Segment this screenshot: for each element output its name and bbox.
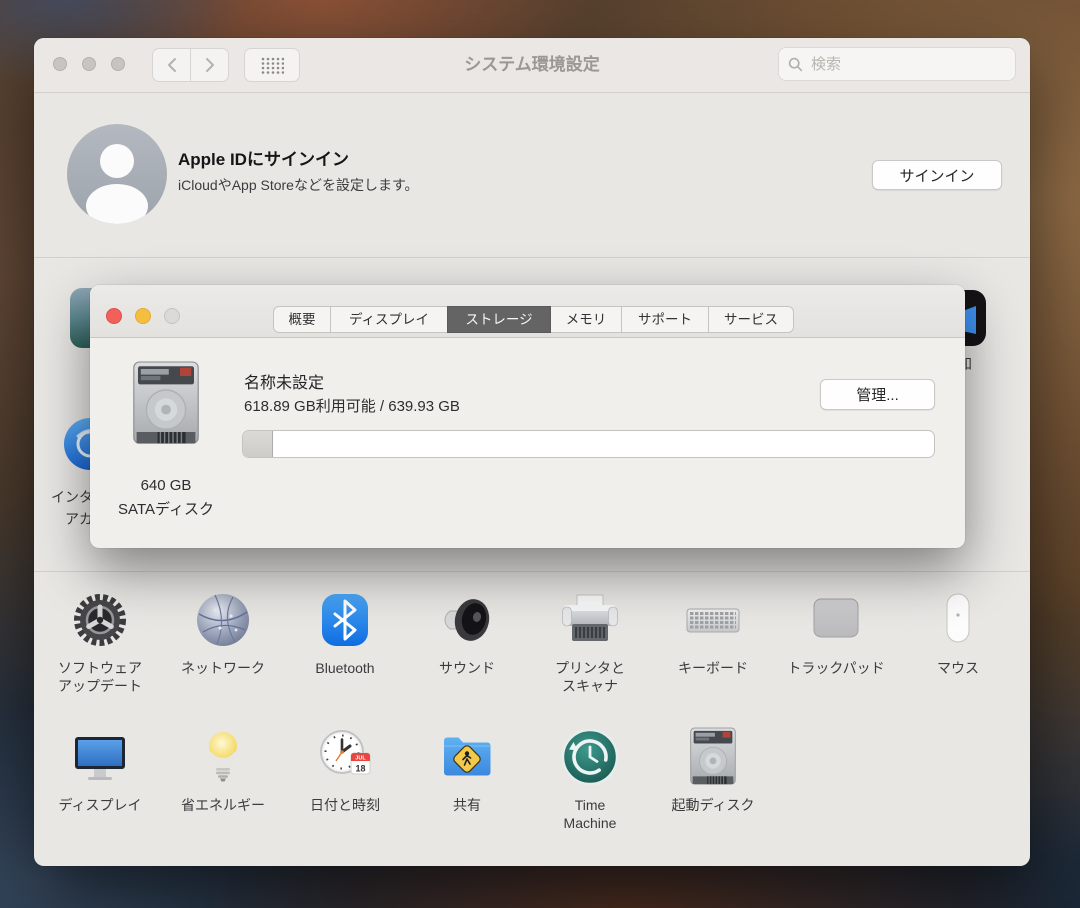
energy-saver-bulb-icon (193, 727, 253, 787)
back-button[interactable] (152, 48, 191, 82)
zoom-button[interactable] (111, 57, 125, 71)
grid-view-icon (260, 56, 284, 74)
close-button[interactable] (53, 57, 67, 71)
display-icon (70, 727, 130, 787)
minimize-button[interactable] (135, 308, 151, 324)
mouse-icon (928, 590, 988, 650)
chevron-right-icon (204, 57, 216, 73)
pref-keyboard[interactable]: キーボード (651, 590, 775, 677)
manage-button[interactable]: 管理... (820, 379, 935, 410)
pref-time-machine[interactable]: Time Machine (528, 727, 652, 832)
storage-used-segment (243, 431, 273, 457)
disk-size-label: 640 GB (106, 477, 226, 494)
network-globe-icon (193, 590, 253, 650)
pref-label: ネットワーク (161, 659, 285, 677)
pref-mouse[interactable]: マウス (896, 590, 1020, 677)
avatar-head-shape (100, 144, 134, 178)
forward-button[interactable] (190, 48, 229, 82)
tab-memory[interactable]: メモリ (550, 306, 622, 333)
disk-type-label: SATAディスク (106, 498, 226, 519)
pref-energy-saver[interactable]: 省エネルギー (161, 727, 285, 814)
pref-label: トラックパッド (774, 659, 898, 677)
tab-overview[interactable]: 概要 (273, 306, 331, 333)
about-tab-bar: 概要 ディスプレイ ストレージ メモリ サポート サービス (273, 306, 794, 333)
search-field[interactable] (778, 47, 1016, 81)
pref-label: キーボード (651, 659, 775, 677)
pref-label: Bluetooth (283, 659, 407, 677)
date-time-clock-icon: JUL 18 (315, 727, 375, 787)
printer-icon (560, 590, 620, 650)
pref-software-update[interactable]: ソフトウェア アップデート (38, 590, 162, 695)
pref-label: Time Machine (528, 796, 652, 832)
svg-text:JUL: JUL (355, 756, 366, 762)
pref-label: マウス (896, 659, 1020, 677)
titlebar[interactable]: システム環境設定 (34, 38, 1030, 93)
minimize-button[interactable] (82, 57, 96, 71)
show-all-button[interactable] (244, 48, 300, 82)
pref-printers-scanners[interactable]: プリンタと スキャナ (528, 590, 652, 695)
pref-bluetooth[interactable]: Bluetooth (283, 590, 407, 677)
about-titlebar[interactable]: 概要 ディスプレイ ストレージ メモリ サポート サービス (90, 285, 965, 338)
time-machine-icon (560, 727, 620, 787)
pref-sound[interactable]: サウンド (405, 590, 529, 677)
internet-accounts-label-fragment-1: インタ (51, 487, 93, 507)
pref-startup-disk[interactable]: 起動ディスク (651, 727, 775, 814)
pref-displays[interactable]: ディスプレイ (38, 727, 162, 814)
pref-label: ディスプレイ (38, 796, 162, 814)
desktop: システム環境設定 Apple IDにサインイン iCloudやApp Store… (0, 0, 1080, 908)
apple-id-subtitle: iCloudやApp Storeなどを設定します。 (178, 175, 419, 195)
tab-displays[interactable]: ディスプレイ (330, 306, 448, 333)
zoom-button[interactable] (164, 308, 180, 324)
pref-date-time[interactable]: JUL 18 日付と時刻 (283, 727, 407, 814)
avatar-body-shape (86, 184, 148, 224)
pref-trackpad[interactable]: トラックパッド (774, 590, 898, 677)
software-update-gear-icon (70, 590, 130, 650)
startup-disk-icon (683, 727, 743, 787)
tab-support[interactable]: サポート (621, 306, 709, 333)
about-this-mac-window: 概要 ディスプレイ ストレージ メモリ サポート サービス (90, 285, 965, 548)
volume-name: 名称未設定 (244, 369, 324, 393)
svg-text:18: 18 (355, 764, 365, 774)
sharing-folder-icon (437, 727, 497, 787)
section-divider (34, 257, 1030, 258)
pref-sharing[interactable]: 共有 (405, 727, 529, 814)
storage-usage-bar (242, 430, 935, 458)
pref-label: ソフトウェア アップデート (38, 659, 162, 695)
bluetooth-icon (315, 590, 375, 650)
pref-label: 日付と時刻 (283, 796, 407, 814)
tab-service[interactable]: サービス (708, 306, 794, 333)
pref-label: サウンド (405, 659, 529, 677)
keyboard-icon (683, 590, 743, 650)
hard-disk-icon (124, 359, 208, 449)
section-divider (34, 571, 1030, 572)
search-icon (788, 57, 803, 72)
avatar[interactable] (67, 124, 167, 224)
tab-storage[interactable]: ストレージ (447, 306, 551, 333)
search-input[interactable] (809, 55, 993, 74)
pref-label: 起動ディスク (651, 796, 775, 814)
chevron-left-icon (166, 57, 178, 73)
pref-label: 共有 (405, 796, 529, 814)
sound-speaker-icon (437, 590, 497, 650)
pref-label: プリンタと スキャナ (528, 659, 652, 695)
pref-network[interactable]: ネットワーク (161, 590, 285, 677)
close-button[interactable] (106, 308, 122, 324)
internet-accounts-label-fragment-2: アカ (65, 509, 93, 529)
sign-in-button[interactable]: サインイン (872, 160, 1002, 190)
pref-label: 省エネルギー (161, 796, 285, 814)
apple-id-title: Apple IDにサインイン (178, 145, 349, 170)
trackpad-icon (806, 590, 866, 650)
capacity-text: 618.89 GB利用可能 / 639.93 GB (244, 395, 460, 416)
